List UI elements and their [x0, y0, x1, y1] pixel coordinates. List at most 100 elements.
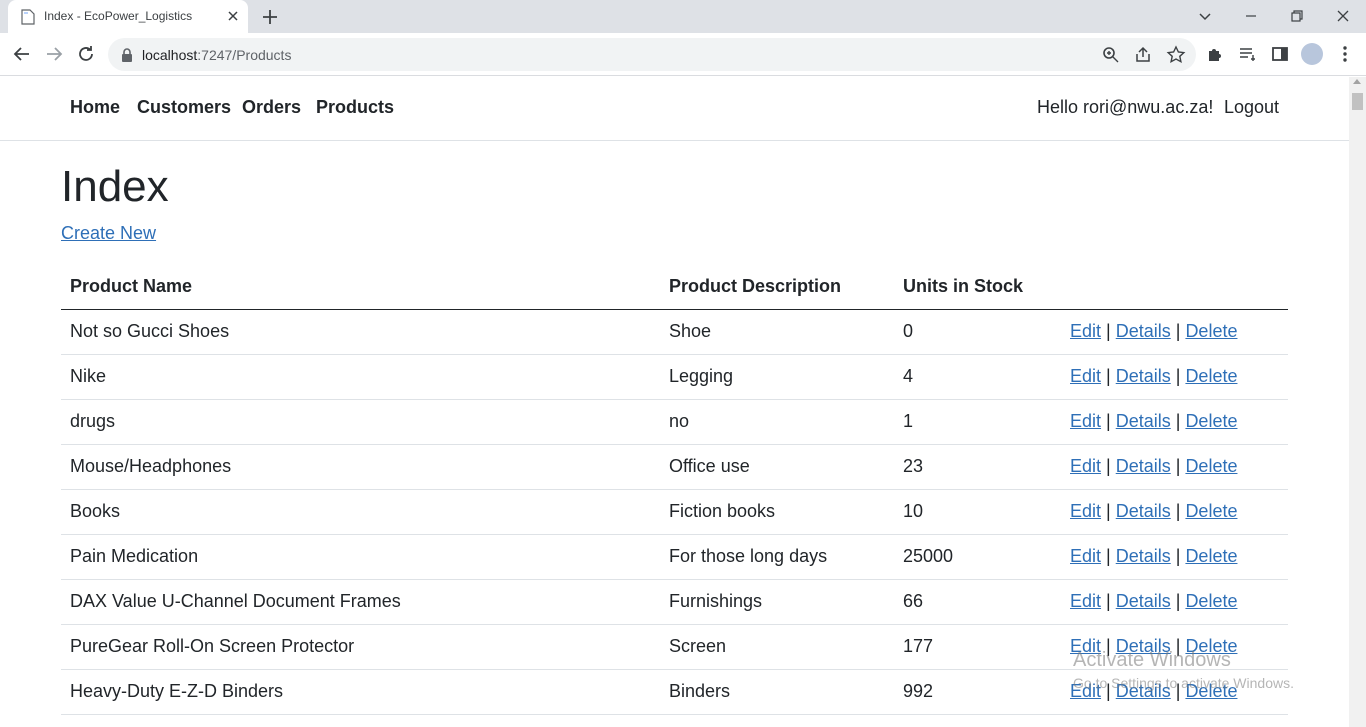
- details-link[interactable]: Details: [1116, 321, 1171, 341]
- close-window-icon[interactable]: [1331, 4, 1355, 28]
- activate-windows-title: Activate Windows: [1073, 649, 1231, 671]
- units-in-stock-cell: 25000: [894, 534, 1061, 580]
- browser-tab[interactable]: Index - EcoPower_Logistics: [8, 0, 248, 33]
- nav-home[interactable]: Home: [70, 97, 120, 118]
- delete-link[interactable]: Delete: [1185, 501, 1237, 521]
- header-product-name: Product Name: [61, 264, 660, 310]
- lock-icon[interactable]: [120, 47, 134, 63]
- units-in-stock-cell: 66: [894, 579, 1061, 625]
- details-link[interactable]: Details: [1116, 591, 1171, 611]
- product-name-cell: Pain Medication: [61, 534, 660, 580]
- action-separator: |: [1175, 456, 1181, 476]
- details-link[interactable]: Details: [1116, 411, 1171, 431]
- delete-link[interactable]: Delete: [1185, 411, 1237, 431]
- row-actions-cell: Edit | Details | Delete: [1061, 309, 1288, 355]
- delete-link[interactable]: Delete: [1185, 366, 1237, 386]
- table-row: Not so Gucci Shoes Shoe 0 Edit | Details | Dele…: [61, 309, 1288, 355]
- action-separator: |: [1106, 591, 1111, 611]
- action-separator: |: [1175, 321, 1181, 341]
- product-name-cell: DAX Value U-Channel Document Frames: [61, 579, 660, 625]
- table-header-row: Product Name Product Description Units i…: [61, 264, 1288, 310]
- product-description-cell: For those long days: [660, 534, 894, 580]
- nav-customers[interactable]: Customers: [137, 97, 231, 118]
- reading-list-icon[interactable]: [1236, 42, 1260, 66]
- product-name-cell: Mouse/Headphones: [61, 444, 660, 490]
- extensions-puzzle-icon[interactable]: [1204, 42, 1228, 66]
- action-separator: |: [1175, 501, 1181, 521]
- table-row: Pain Medication For those long days 25000 E…: [61, 534, 1288, 580]
- details-link[interactable]: Details: [1116, 546, 1171, 566]
- table-row: Nike Legging 4 Edit | Details | Delete: [61, 354, 1288, 400]
- minimize-icon[interactable]: [1239, 4, 1263, 28]
- zoom-icon[interactable]: [1101, 45, 1121, 65]
- units-in-stock-cell: 1: [894, 399, 1061, 445]
- action-separator: |: [1106, 546, 1111, 566]
- action-separator: |: [1106, 411, 1111, 431]
- product-description-cell: Screen: [660, 624, 894, 670]
- table-row: Mouse/Headphones Office use 23 Edit | Details…: [61, 444, 1288, 490]
- action-separator: |: [1175, 366, 1181, 386]
- bookmark-star-icon[interactable]: [1166, 45, 1186, 65]
- product-description-cell: Office use: [660, 444, 894, 490]
- close-tab-icon[interactable]: [224, 7, 242, 25]
- tab-search-chevron-icon[interactable]: [1193, 4, 1217, 28]
- action-separator: |: [1175, 546, 1181, 566]
- page-icon: [21, 9, 35, 25]
- browser-tab-bar: Index - EcoPower_Logistics: [0, 0, 1366, 33]
- row-actions-cell: Edit | Details | Delete: [1061, 534, 1288, 580]
- action-separator: |: [1106, 501, 1111, 521]
- product-description-cell: Binders: [660, 669, 894, 715]
- action-separator: |: [1106, 366, 1111, 386]
- edit-link[interactable]: Edit: [1070, 546, 1101, 566]
- address-bar[interactable]: localhost:7247/Products: [108, 38, 1196, 71]
- activate-windows-subtitle: Go to Settings to activate Windows.: [1073, 675, 1294, 691]
- reload-icon[interactable]: [74, 42, 98, 66]
- logout-button[interactable]: Logout: [1224, 97, 1279, 118]
- edit-link[interactable]: Edit: [1070, 321, 1101, 341]
- profile-avatar[interactable]: [1301, 43, 1323, 65]
- details-link[interactable]: Details: [1116, 501, 1171, 521]
- back-arrow-icon[interactable]: [10, 42, 34, 66]
- side-panel-icon[interactable]: [1268, 42, 1292, 66]
- product-description-cell: Fiction books: [660, 489, 894, 535]
- nav-orders[interactable]: Orders: [242, 97, 301, 118]
- details-link[interactable]: Details: [1116, 456, 1171, 476]
- edit-link[interactable]: Edit: [1070, 456, 1101, 476]
- product-description-cell: no: [660, 399, 894, 445]
- table-row: Books Fiction books 10 Edit | Details | Delete: [61, 489, 1288, 535]
- row-actions-cell: Edit | Details | Delete: [1061, 354, 1288, 400]
- edit-link[interactable]: Edit: [1070, 591, 1101, 611]
- edit-link[interactable]: Edit: [1070, 501, 1101, 521]
- more-menu-icon[interactable]: [1333, 42, 1357, 66]
- user-greeting[interactable]: Hello rori@nwu.ac.za!: [1037, 97, 1213, 118]
- browser-toolbar: localhost:7247/Products: [0, 33, 1366, 76]
- new-tab-icon[interactable]: [259, 6, 281, 28]
- share-icon[interactable]: [1133, 45, 1153, 65]
- delete-link[interactable]: Delete: [1185, 456, 1237, 476]
- details-link[interactable]: Details: [1116, 366, 1171, 386]
- edit-link[interactable]: Edit: [1070, 411, 1101, 431]
- scroll-thumb[interactable]: [1352, 93, 1363, 110]
- product-name-cell: Books: [61, 489, 660, 535]
- delete-link[interactable]: Delete: [1185, 546, 1237, 566]
- delete-link[interactable]: Delete: [1185, 591, 1237, 611]
- row-actions-cell: Edit | Details | Delete: [1061, 399, 1288, 445]
- forward-arrow-icon[interactable]: [42, 42, 66, 66]
- row-actions-cell: Edit | Details | Delete: [1061, 489, 1288, 535]
- units-in-stock-cell: 4: [894, 354, 1061, 400]
- edit-link[interactable]: Edit: [1070, 366, 1101, 386]
- nav-products[interactable]: Products: [316, 97, 394, 118]
- header-actions: [1061, 264, 1288, 310]
- create-new-link[interactable]: Create New: [61, 223, 156, 244]
- page-scrollbar[interactable]: [1349, 77, 1366, 727]
- action-separator: |: [1175, 411, 1181, 431]
- restore-icon[interactable]: [1285, 4, 1309, 28]
- delete-link[interactable]: Delete: [1185, 321, 1237, 341]
- table-row: drugs no 1 Edit | Details | Delete: [61, 399, 1288, 445]
- table-row: DAX Value U-Channel Document Frames Furni…: [61, 579, 1288, 625]
- product-description-cell: Furnishings: [660, 579, 894, 625]
- header-product-description: Product Description: [660, 264, 894, 310]
- units-in-stock-cell: 10: [894, 489, 1061, 535]
- url-text[interactable]: localhost:7247/Products: [142, 47, 291, 63]
- scroll-up-arrow-icon[interactable]: [1353, 79, 1361, 84]
